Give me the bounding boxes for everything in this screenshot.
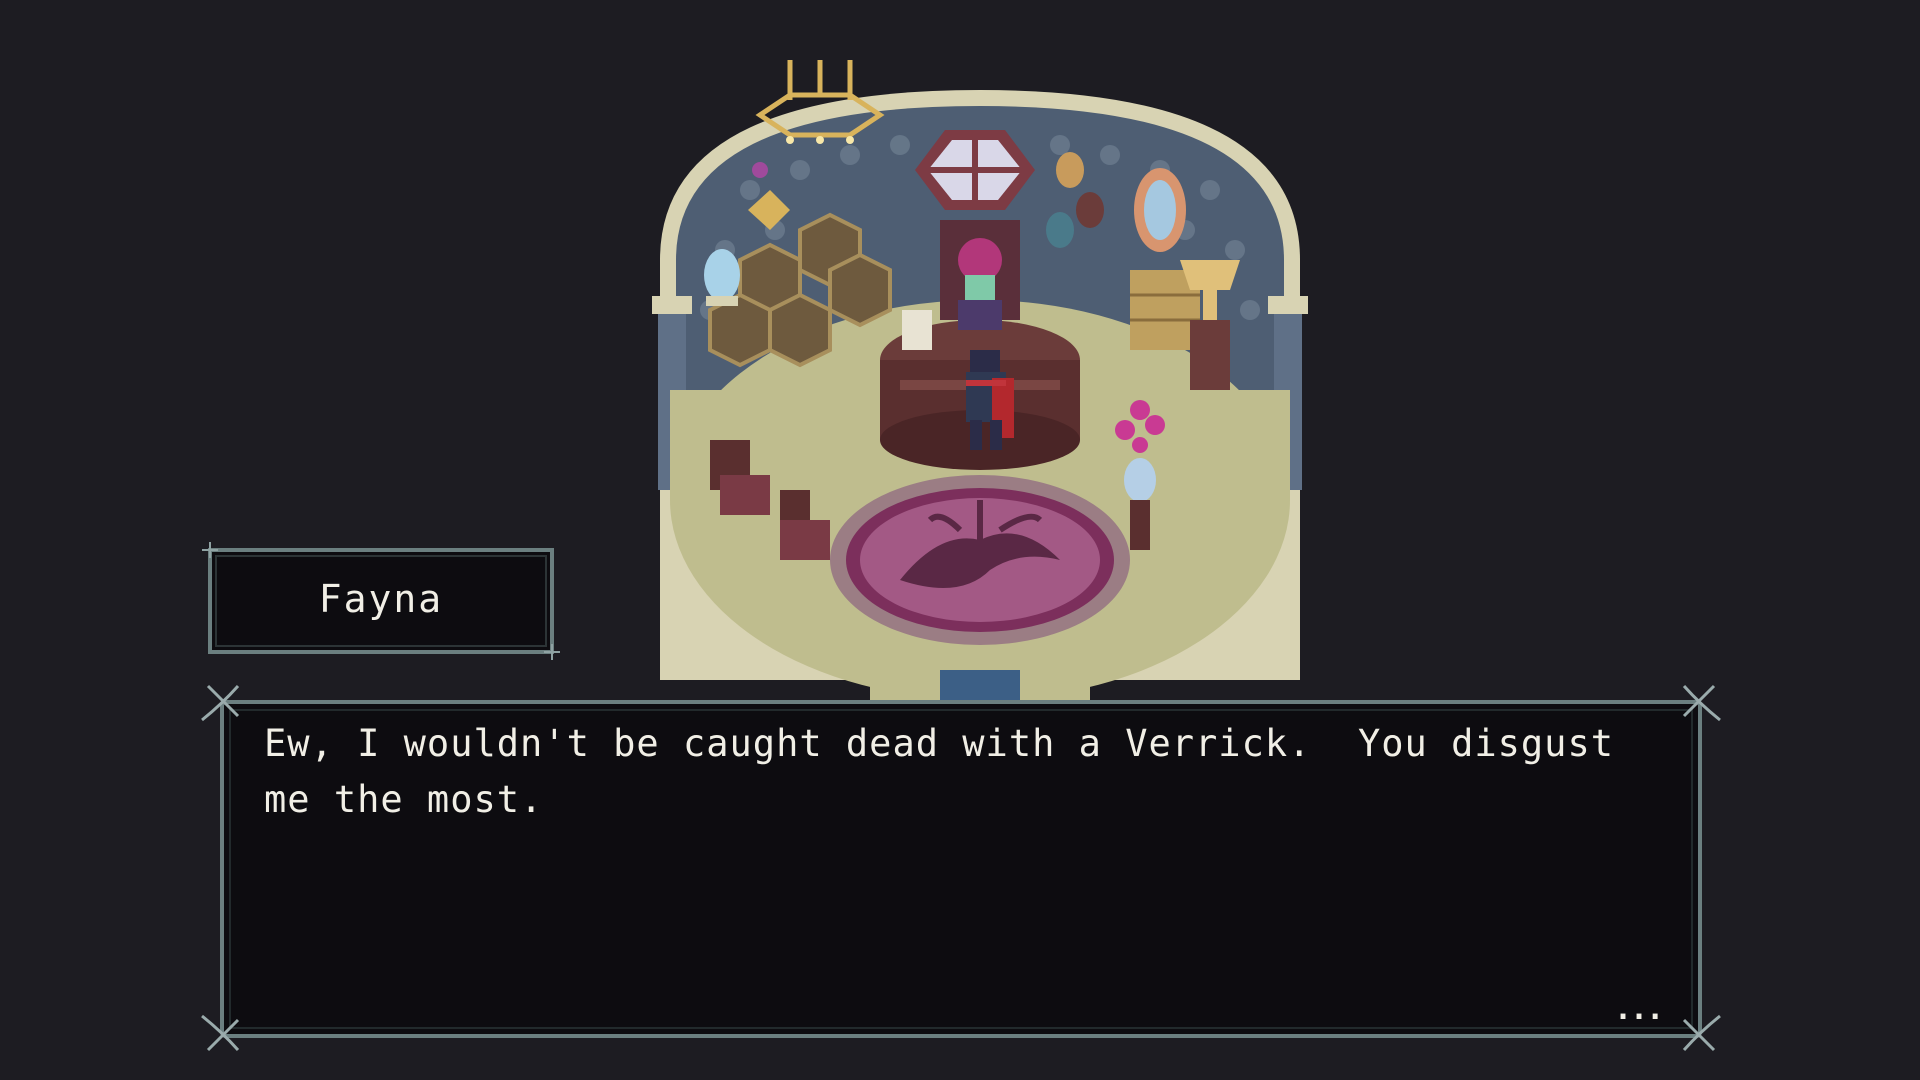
dialog-text: Ew, I wouldn't be caught dead with a Ver… <box>264 722 1615 821</box>
speaker-name: Fayna <box>318 577 444 621</box>
game-scene: Fayna Ew, I wouldn't be caught dead with… <box>0 0 1920 1080</box>
ellipsis-icon[interactable]: ... <box>1614 992 1664 1027</box>
room-illustration <box>652 60 1308 700</box>
speaker-name-plate: Fayna <box>200 540 562 662</box>
dialog-box[interactable]: Ew, I wouldn't be caught dead with a Ver… <box>198 680 1724 1056</box>
